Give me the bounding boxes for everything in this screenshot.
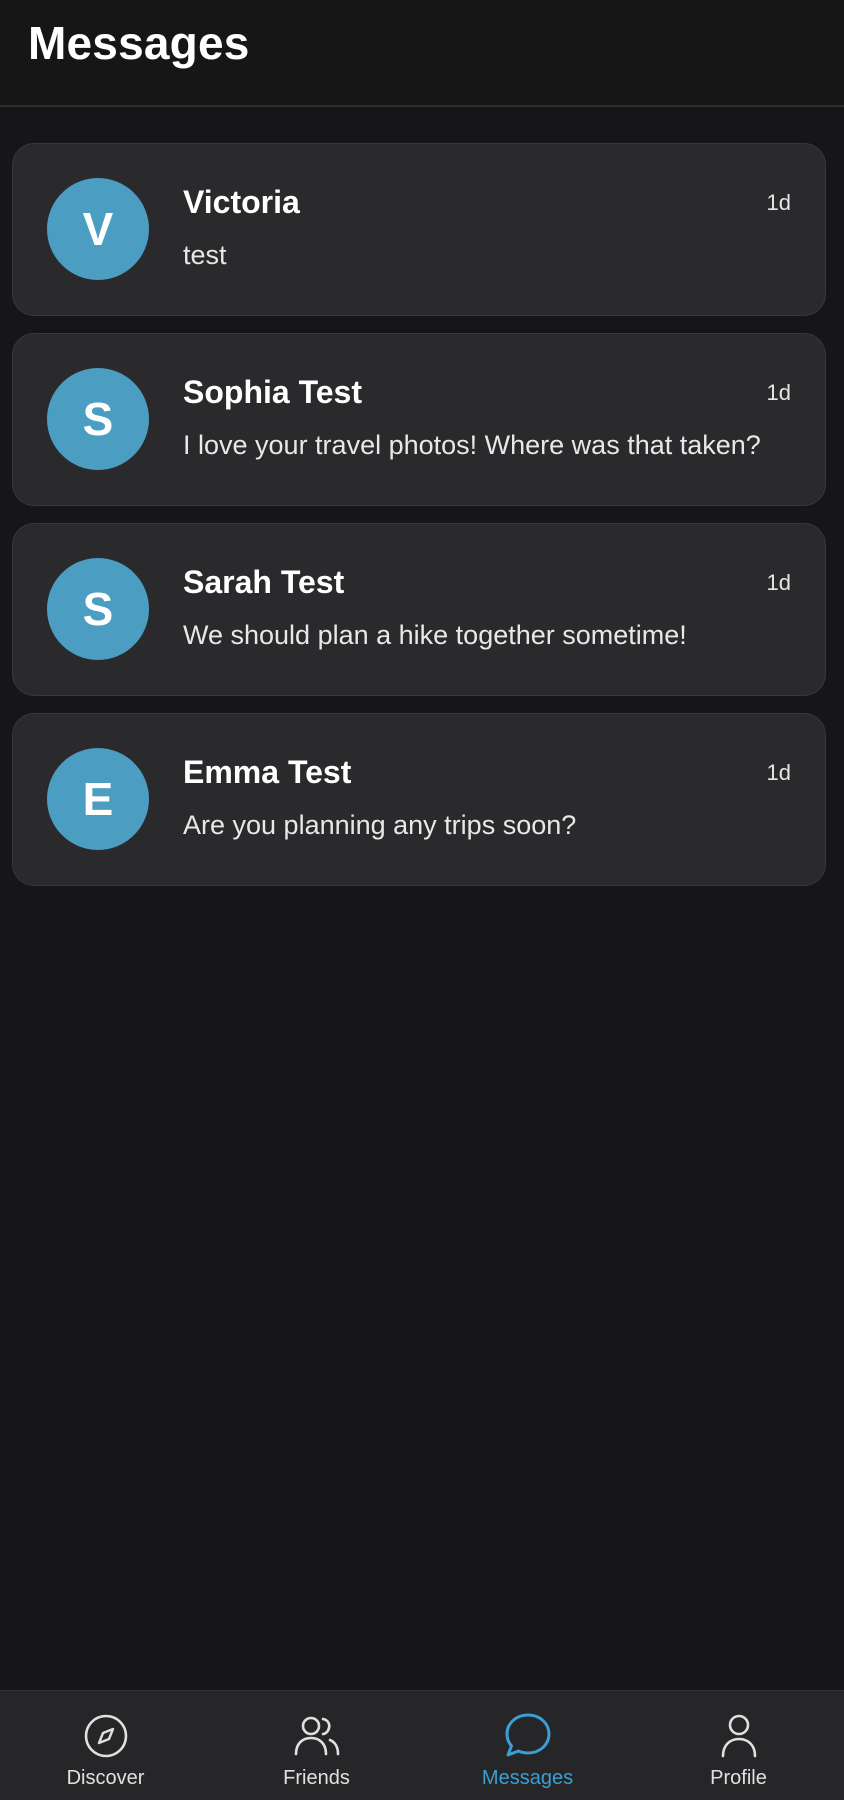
conversation-item-sarah[interactable]: S Sarah Test 1d We should plan a hike to… (12, 523, 826, 696)
bottom-tab-bar: Discover Friends Messages Profile (0, 1690, 844, 1800)
message-preview: We should plan a hike together sometime! (183, 620, 687, 650)
contact-name: Sophia Test (183, 374, 362, 410)
contact-name: Victoria (183, 184, 300, 220)
tab-label: Profile (710, 1767, 767, 1789)
conversation-item-sophia[interactable]: S Sophia Test 1d I love your travel phot… (12, 333, 826, 506)
tab-friends[interactable]: Friends (211, 1691, 422, 1800)
tab-messages[interactable]: Messages (422, 1691, 633, 1800)
message-time: 1d (766, 760, 791, 785)
tab-label: Messages (481, 1767, 574, 1789)
page-title: Messages (28, 17, 250, 69)
conversation-item-victoria[interactable]: V Victoria 1d test (12, 143, 826, 316)
avatar: E (47, 748, 149, 850)
conversation-list: V Victoria 1d test S Sophia Test 1d I lo… (12, 143, 826, 903)
contact-name: Emma Test (183, 754, 352, 790)
person-icon (712, 1709, 766, 1763)
tab-label: Discover (66, 1767, 145, 1789)
message-preview: test (183, 240, 227, 270)
message-time: 1d (766, 380, 791, 405)
messages-screen: Messages V Victoria 1d test S Sophia Tes… (0, 0, 844, 1800)
message-preview: I love your travel photos! Where was tha… (183, 430, 761, 460)
tab-label: Friends (283, 1767, 350, 1789)
tab-discover[interactable]: Discover (0, 1691, 211, 1800)
compass-icon (79, 1709, 133, 1763)
contact-name: Sarah Test (183, 564, 345, 600)
friends-icon (290, 1709, 344, 1763)
message-preview: Are you planning any trips soon? (183, 810, 577, 840)
conversation-item-emma[interactable]: E Emma Test 1d Are you planning any trip… (12, 713, 826, 886)
header: Messages (0, 0, 844, 107)
avatar: V (47, 178, 149, 280)
message-time: 1d (766, 190, 791, 215)
avatar: S (47, 368, 149, 470)
tab-profile[interactable]: Profile (633, 1691, 844, 1800)
avatar: S (47, 558, 149, 660)
message-time: 1d (766, 570, 791, 595)
chat-bubble-icon (501, 1709, 555, 1763)
